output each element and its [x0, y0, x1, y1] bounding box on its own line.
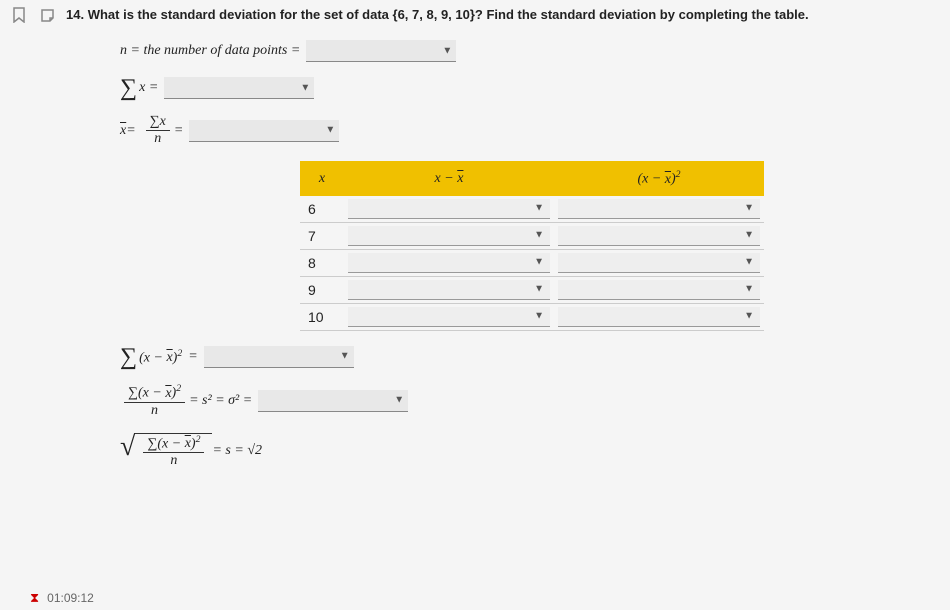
table-row: 10 ▼ ▼ — [300, 303, 764, 330]
chevron-down-icon: ▼ — [744, 230, 754, 241]
chevron-down-icon: ▼ — [744, 284, 754, 295]
xbar-eq: = — [174, 123, 183, 139]
chevron-down-icon: ▼ — [534, 230, 544, 241]
col-xmx: x − x — [344, 161, 554, 196]
sum-x-row: ∑ x = ▼ — [120, 76, 900, 100]
xmx-input[interactable]: ▼ — [348, 253, 550, 273]
hourglass-icon: ⧗ — [30, 590, 39, 606]
sigma-icon: ∑ — [120, 345, 137, 369]
table-row: 6 ▼ ▼ — [300, 196, 764, 223]
sum-x-label: x = — [139, 80, 158, 96]
xmx-input[interactable]: ▼ — [348, 280, 550, 300]
chevron-down-icon: ▼ — [534, 311, 544, 322]
variance-eq: = s² = σ² = — [189, 393, 252, 409]
xmx-input[interactable]: ▼ — [348, 307, 550, 327]
sumx-over-n: ∑x n — [146, 114, 170, 147]
col-xmx2: (x − x)2 — [554, 161, 764, 196]
xmx2-input[interactable]: ▼ — [558, 307, 760, 327]
table-row: 7 ▼ ▼ — [300, 222, 764, 249]
n-label: n = the number of data points = — [120, 43, 300, 59]
xmx2-input[interactable]: ▼ — [558, 280, 760, 300]
n-row: n = the number of data points = ▼ — [120, 40, 900, 62]
chevron-down-icon: ▼ — [442, 45, 452, 56]
question-text: 14. What is the standard deviation for t… — [66, 6, 809, 24]
sum-x-input[interactable]: ▼ — [164, 77, 314, 99]
chevron-down-icon: ▼ — [534, 257, 544, 268]
top-bar: 14. What is the standard deviation for t… — [0, 0, 950, 30]
sqrt-expr: √ ∑(x − x)2 n — [120, 433, 212, 470]
x-cell: 6 — [300, 196, 344, 223]
x-cell: 9 — [300, 276, 344, 303]
content-area: n = the number of data points = ▼ ∑ x = … — [0, 30, 950, 493]
timer-value: 01:09:12 — [47, 591, 94, 605]
xbar-row: x = ∑x n = ▼ — [120, 114, 900, 147]
variance-row: ∑(x − x)2 n = s² = σ² = ▼ — [120, 383, 900, 419]
col-x: x — [300, 161, 344, 196]
equals-1: = — [126, 123, 135, 139]
x-cell: 10 — [300, 303, 344, 330]
question-body: What is the standard deviation for the s… — [88, 7, 809, 22]
xmx-input[interactable]: ▼ — [348, 199, 550, 219]
chevron-down-icon: ▼ — [325, 125, 335, 136]
n-input[interactable]: ▼ — [306, 40, 456, 62]
sum-sq-input[interactable]: ▼ — [204, 346, 354, 368]
sum-sq-row: ∑ (x − x)2 = ▼ — [120, 345, 900, 369]
bookmark-icon[interactable] — [10, 6, 28, 24]
variance-input[interactable]: ▼ — [258, 390, 408, 412]
chevron-down-icon: ▼ — [340, 351, 350, 362]
question-number: 14. — [66, 7, 84, 22]
table-row: 8 ▼ ▼ — [300, 249, 764, 276]
sum-sq-expr: (x − x)2 — [139, 348, 182, 367]
xmx-input[interactable]: ▼ — [348, 226, 550, 246]
sd-eq: = s = √2 — [212, 443, 262, 459]
sd-row: √ ∑(x − x)2 n = s = √2 — [120, 433, 900, 470]
radical-icon: √ — [120, 433, 135, 470]
deviation-table: x x − x (x − x)2 6 ▼ ▼ 7 ▼ ▼ 8 ▼ — [300, 161, 900, 331]
xmx2-input[interactable]: ▼ — [558, 226, 760, 246]
chevron-down-icon: ▼ — [744, 257, 754, 268]
sigma-icon: ∑ — [120, 76, 137, 100]
sum-sq-eq: = — [188, 349, 197, 365]
x-cell: 8 — [300, 249, 344, 276]
chevron-down-icon: ▼ — [744, 311, 754, 322]
chevron-down-icon: ▼ — [300, 82, 310, 93]
x-cell: 7 — [300, 222, 344, 249]
xmx2-input[interactable]: ▼ — [558, 253, 760, 273]
chevron-down-icon: ▼ — [534, 203, 544, 214]
table-row: 9 ▼ ▼ — [300, 276, 764, 303]
variance-frac: ∑(x − x)2 n — [124, 383, 185, 419]
chevron-down-icon: ▼ — [394, 395, 404, 406]
chevron-down-icon: ▼ — [534, 284, 544, 295]
xbar-input[interactable]: ▼ — [189, 120, 339, 142]
chevron-down-icon: ▼ — [744, 203, 754, 214]
timer-bar: ⧗ 01:09:12 — [30, 590, 94, 606]
xmx2-input[interactable]: ▼ — [558, 199, 760, 219]
table-header-row: x x − x (x − x)2 — [300, 161, 764, 196]
note-icon[interactable] — [38, 6, 56, 24]
